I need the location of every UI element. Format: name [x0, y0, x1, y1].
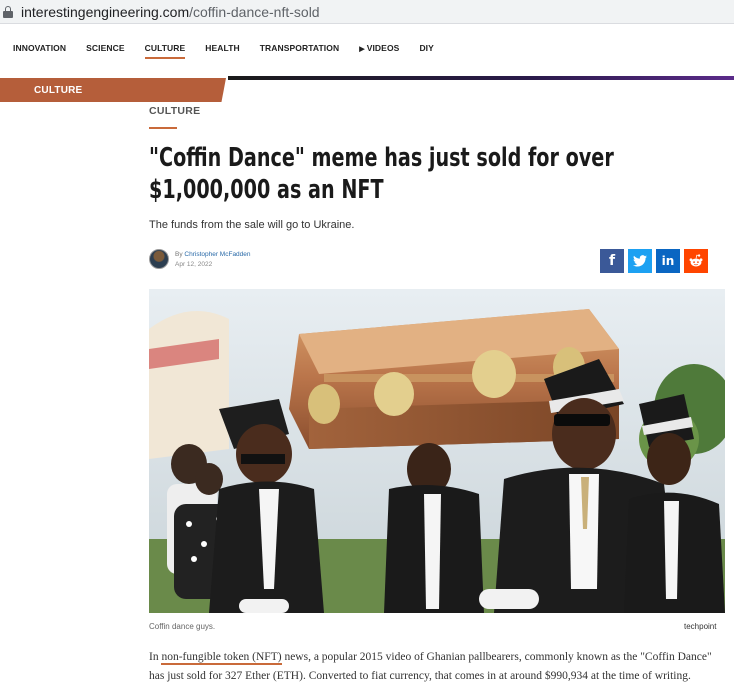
- category-banner-label: CULTURE: [34, 84, 83, 96]
- body-intro: In: [149, 651, 162, 663]
- article-subheadline: The funds from the sale will go to Ukrai…: [149, 219, 355, 231]
- twitter-icon: [633, 255, 647, 267]
- share-buttons: f in: [600, 249, 708, 273]
- author-avatar[interactable]: [149, 249, 169, 269]
- facebook-share-button[interactable]: f: [600, 249, 624, 273]
- article-hero-image: [149, 289, 725, 613]
- nav-health[interactable]: HEALTH: [205, 43, 239, 57]
- reddit-share-button[interactable]: [684, 249, 708, 273]
- nav-diy[interactable]: DIY: [419, 43, 433, 57]
- facebook-icon: f: [608, 253, 616, 269]
- url-domain: interestingengineering.com: [21, 3, 190, 20]
- address-bar[interactable]: interestingengineering.com/coffin-dance-…: [0, 0, 734, 24]
- author-name-link[interactable]: Christopher McFadden: [184, 251, 250, 258]
- article-body-paragraph: In non-fungible token (NFT) news, a popu…: [149, 648, 729, 686]
- url-path: /coffin-dance-nft-sold: [189, 3, 320, 20]
- by-prefix: By: [175, 250, 183, 258]
- author-meta: By Christopher McFadden Apr 12, 2022: [175, 251, 251, 268]
- main-nav: INNOVATION SCIENCE CULTURE HEALTH TRANSP…: [0, 36, 441, 64]
- url-text[interactable]: interestingengineering.com/coffin-dance-…: [21, 4, 320, 20]
- linkedin-share-button[interactable]: in: [656, 249, 680, 273]
- pallbearers-photo: [149, 289, 725, 613]
- linkedin-icon: in: [661, 254, 675, 268]
- twitter-share-button[interactable]: [628, 249, 652, 273]
- lock-icon: [3, 5, 13, 18]
- publish-date: Apr 12, 2022: [175, 260, 213, 268]
- nft-link[interactable]: non-fungible token (NFT): [161, 651, 282, 665]
- by-line: By Christopher McFadden: [175, 251, 251, 258]
- nav-science[interactable]: SCIENCE: [86, 43, 125, 57]
- category-underline: [149, 127, 177, 129]
- nav-transportation[interactable]: TRANSPORTATION: [260, 43, 339, 57]
- reddit-icon: [689, 254, 703, 267]
- article-headline: "Coffin Dance" meme has just sold for ov…: [149, 143, 614, 205]
- header-divider: [228, 76, 734, 80]
- image-credit: techpoint: [684, 622, 717, 631]
- nav-videos-label: VIDEOS: [366, 43, 400, 53]
- article-category[interactable]: CULTURE: [149, 105, 200, 117]
- nav-innovation[interactable]: INNOVATION: [13, 43, 66, 57]
- play-icon: ▶: [359, 46, 365, 53]
- image-caption: Coffin dance guys.: [149, 622, 216, 631]
- nav-videos[interactable]: ▶ VIDEOS: [359, 43, 399, 57]
- nav-culture[interactable]: CULTURE: [144, 43, 186, 59]
- category-banner[interactable]: CULTURE: [0, 78, 226, 102]
- author-block: By Christopher McFadden Apr 12, 2022: [149, 249, 251, 269]
